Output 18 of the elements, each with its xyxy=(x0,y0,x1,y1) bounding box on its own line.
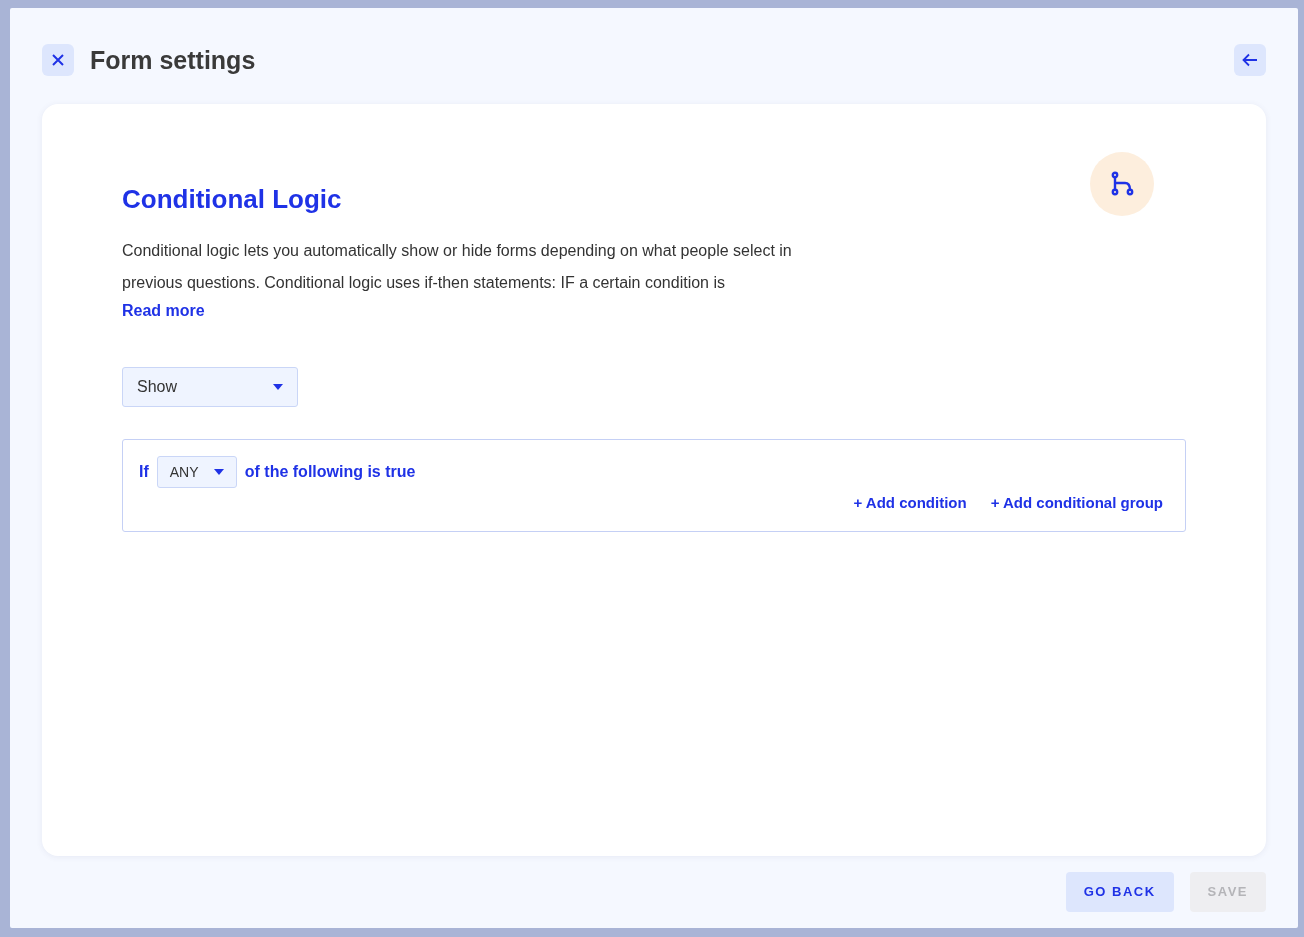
back-button[interactable] xyxy=(1234,44,1266,76)
add-group-link[interactable]: + Add conditional group xyxy=(990,492,1163,515)
back-arrow-icon xyxy=(1242,53,1258,67)
go-back-button[interactable]: GO BACK xyxy=(1065,872,1174,912)
add-condition-link[interactable]: + Add condition xyxy=(853,492,967,515)
caret-icon xyxy=(213,469,224,476)
match-dropdown[interactable]: ANY xyxy=(156,456,237,489)
window-title: Form settings xyxy=(90,45,256,75)
action-dropdown[interactable]: Show xyxy=(122,367,298,408)
close-button[interactable] xyxy=(42,44,74,76)
read-more-link[interactable]: Read more xyxy=(122,302,205,320)
description-text: Conditional logic lets you automatically show or hide forms depending on what people select in previous questions. Conditional logic uses if-then statements: IF a certain condition is xyxy=(122,241,793,294)
branch-icon xyxy=(1109,171,1135,197)
close-icon xyxy=(51,53,65,67)
if-label: If xyxy=(139,462,149,483)
section-title: Conditional Logic xyxy=(122,184,343,216)
caret-icon xyxy=(273,384,283,391)
condition-label: of the following is true xyxy=(244,462,416,483)
